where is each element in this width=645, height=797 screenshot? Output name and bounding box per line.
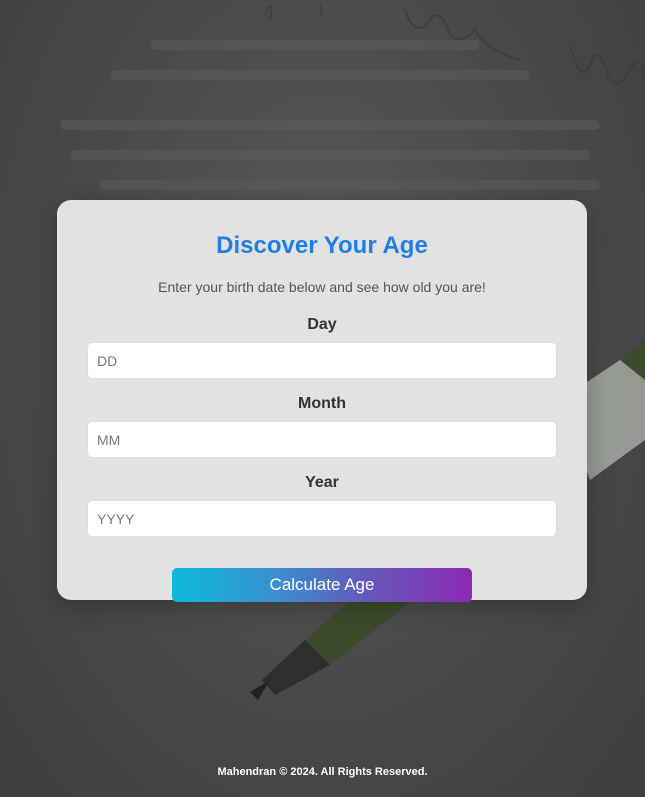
year-label: Year [305,474,339,491]
age-calculator-card: Discover Your Age Enter your birth date … [57,200,587,602]
page-title: Discover Your Age [216,232,428,259]
page-subtitle: Enter your birth date below and see how … [158,279,486,295]
footer-copyright: Mahendran © 2024. All Rights Reserved. [217,766,428,778]
month-input[interactable] [87,421,557,458]
day-input[interactable] [87,342,557,379]
year-input[interactable] [87,500,557,537]
calculate-age-button[interactable]: Calculate Age [172,568,472,602]
month-label: Month [298,395,346,412]
day-label: Day [307,316,337,333]
